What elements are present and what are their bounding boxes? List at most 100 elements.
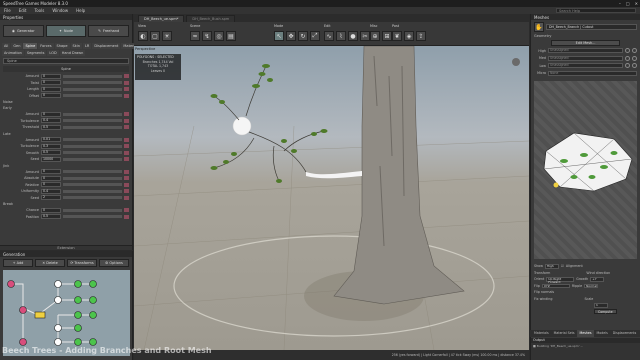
property-value-field[interactable]: 0 <box>41 175 61 181</box>
graph-node[interactable] <box>74 338 82 346</box>
property-value-field[interactable]: 0 <box>41 73 61 79</box>
graph-node[interactable] <box>89 338 97 346</box>
property-value-field[interactable]: 0.4 <box>41 188 61 194</box>
curve-button[interactable] <box>124 74 129 79</box>
curve-button[interactable] <box>124 176 129 181</box>
lod-dot-icon[interactable] <box>632 55 637 61</box>
maximize-button[interactable]: □ <box>626 1 630 6</box>
collision-icon[interactable]: ◎ <box>214 31 224 41</box>
property-value-field[interactable]: 0.4 <box>41 118 61 124</box>
property-slider[interactable] <box>63 125 122 129</box>
graph-node-selected[interactable] <box>34 311 46 319</box>
tab-lod[interactable]: LOD <box>47 49 59 56</box>
ripple-select[interactable]: Normal <box>584 283 599 288</box>
graph-node[interactable] <box>89 296 97 304</box>
tab-materials[interactable]: Materials <box>532 330 551 337</box>
graph-node[interactable] <box>74 280 82 288</box>
move-icon[interactable]: ✥ <box>286 31 296 41</box>
add-button[interactable]: + Add <box>3 259 33 267</box>
property-value-field[interactable]: 0 <box>41 111 61 117</box>
graph-node[interactable] <box>19 306 27 314</box>
show-select[interactable]: High <box>544 264 559 269</box>
menu-window[interactable]: Window <box>52 8 68 13</box>
edit-spine-icon[interactable]: ⌇ <box>336 31 346 41</box>
property-slider[interactable] <box>63 94 122 98</box>
lod-field[interactable]: Unassigned <box>548 55 623 61</box>
curve-button[interactable] <box>124 169 129 174</box>
viewport-3d[interactable]: Perspective POLYGONS : SELECTED Branches… <box>134 46 529 350</box>
graph-node[interactable] <box>89 311 97 319</box>
curve-button[interactable] <box>124 87 129 92</box>
property-slider[interactable] <box>63 189 122 193</box>
lod-dot-icon[interactable] <box>625 63 630 69</box>
misc-snap-icon[interactable]: ⊞ <box>382 31 392 41</box>
graph-node[interactable] <box>54 338 62 346</box>
edit-node-icon[interactable]: ● <box>348 31 358 41</box>
hand-icon[interactable]: ✋ <box>534 22 544 32</box>
options-button[interactable]: ⚙ Options <box>99 259 129 267</box>
delete-button[interactable]: ✕ Delete <box>35 259 65 267</box>
property-slider[interactable] <box>63 119 122 123</box>
edit-prune-icon[interactable]: ✂ <box>360 31 370 41</box>
mesh-preview[interactable] <box>534 81 637 259</box>
post-bake-icon[interactable]: ◈ <box>404 31 414 41</box>
flip-select[interactable]: XYZ <box>541 283 570 288</box>
minimize-button[interactable]: – <box>619 1 621 6</box>
property-slider[interactable] <box>63 112 122 116</box>
graph-node[interactable] <box>54 324 62 332</box>
object-name-field[interactable]: Spine <box>3 58 129 64</box>
curve-button[interactable] <box>124 208 129 213</box>
extension-rollout[interactable]: Extension <box>0 245 132 250</box>
graph-node[interactable] <box>19 338 27 346</box>
generator-mode-button[interactable]: ◉ Generator <box>3 25 44 37</box>
curve-button[interactable] <box>124 182 129 187</box>
curve-button[interactable] <box>124 195 129 200</box>
property-slider[interactable] <box>63 87 122 91</box>
curve-button[interactable] <box>124 144 129 149</box>
property-value-field[interactable]: 0.3 <box>41 143 61 149</box>
property-value-field[interactable]: 0 <box>41 93 61 99</box>
lod-field[interactable]: None <box>548 70 637 76</box>
curve-button[interactable] <box>124 93 129 98</box>
graph-node[interactable] <box>74 311 82 319</box>
curve-button[interactable] <box>124 214 129 219</box>
mesh-selector[interactable]: DH_Beech_Branch | Cutout <box>546 24 637 30</box>
property-slider[interactable] <box>63 144 122 148</box>
property-value-field[interactable]: 0 <box>41 169 61 175</box>
edit-curve-icon[interactable]: ∿ <box>324 31 334 41</box>
doc-tab-beech-bush[interactable]: DH_Beech_Bush.spm <box>186 15 236 22</box>
forces-icon[interactable]: ↯ <box>202 31 212 41</box>
property-value-field[interactable]: 0.01 <box>41 137 61 143</box>
tab-displacements[interactable]: Displacements <box>611 330 639 337</box>
curve-button[interactable] <box>124 137 129 142</box>
tab-models[interactable]: Models <box>595 330 610 337</box>
graph-node[interactable] <box>89 280 97 288</box>
compute-button[interactable]: Compute <box>594 309 617 315</box>
scale-field[interactable]: 1 <box>594 303 608 308</box>
curve-button[interactable] <box>124 125 129 130</box>
close-button[interactable]: ✕ <box>635 1 638 6</box>
curve-button[interactable] <box>124 189 129 194</box>
tab-segments[interactable]: Segments <box>24 49 47 56</box>
curve-button[interactable] <box>124 118 129 123</box>
tab-animation[interactable]: Animation <box>2 49 24 56</box>
graph-node[interactable] <box>54 280 62 288</box>
property-slider[interactable] <box>63 215 122 219</box>
menu-help[interactable]: Help <box>76 8 85 13</box>
property-slider[interactable] <box>63 183 122 187</box>
select-icon[interactable]: ↖ <box>274 31 284 41</box>
generation-graph[interactable] <box>3 270 130 356</box>
curve-button[interactable] <box>124 112 129 117</box>
property-value-field[interactable]: 0 <box>41 80 61 86</box>
lod-dot-icon[interactable] <box>625 55 630 61</box>
growth-select[interactable]: +Y <box>590 277 605 282</box>
search-help-input[interactable]: Search Help <box>556 8 636 13</box>
menu-edit[interactable]: Edit <box>19 8 27 13</box>
curve-button[interactable] <box>124 150 129 155</box>
edit-mesh-button[interactable]: Edit Mesh... <box>551 40 620 46</box>
post-leaf-icon[interactable]: ❦ <box>392 31 402 41</box>
tab-spine[interactable]: Spine <box>23 42 38 49</box>
tab-hand-drawn[interactable]: Hand Drawn <box>59 49 86 56</box>
property-value-field[interactable]: 10000 <box>41 156 61 162</box>
property-slider[interactable] <box>63 74 122 78</box>
